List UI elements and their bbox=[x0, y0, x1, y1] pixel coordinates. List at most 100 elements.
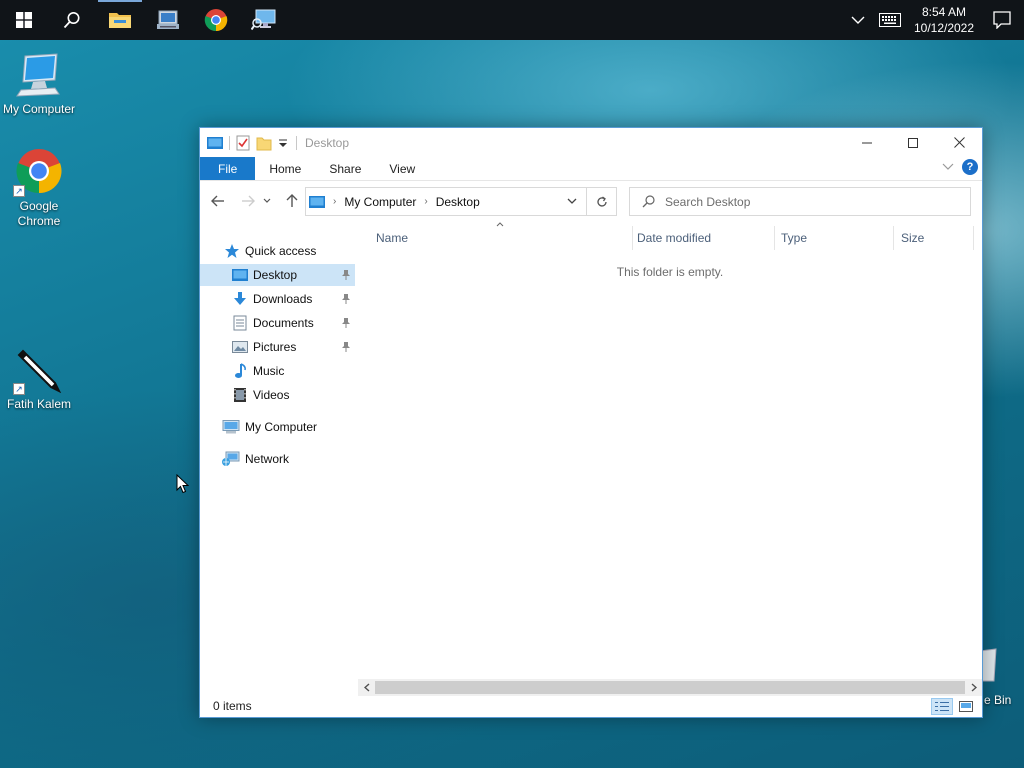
close-button[interactable] bbox=[936, 128, 982, 157]
column-divider[interactable] bbox=[893, 226, 894, 250]
forward-button[interactable] bbox=[236, 189, 260, 213]
column-header-type[interactable]: Type bbox=[781, 226, 891, 250]
pin-icon bbox=[341, 341, 351, 356]
column-divider[interactable] bbox=[632, 226, 633, 250]
nav-item-label: Pictures bbox=[253, 340, 297, 354]
taskbar-my-computer-search[interactable] bbox=[240, 0, 288, 40]
separator bbox=[229, 135, 230, 150]
maximize-button[interactable] bbox=[890, 128, 936, 157]
separator bbox=[296, 135, 297, 150]
help-icon[interactable]: ? bbox=[962, 159, 978, 175]
tab-home[interactable]: Home bbox=[255, 157, 315, 180]
properties-icon[interactable] bbox=[236, 135, 250, 151]
videos-icon bbox=[232, 387, 248, 403]
expand-ribbon-icon[interactable] bbox=[942, 163, 954, 171]
chrome-icon bbox=[204, 9, 228, 32]
shortcut-arrow-icon: ↗ bbox=[13, 383, 25, 395]
nav-item-music[interactable]: Music bbox=[200, 360, 355, 382]
new-folder-icon[interactable] bbox=[256, 135, 272, 151]
pin-icon bbox=[341, 293, 351, 308]
back-button[interactable] bbox=[206, 189, 230, 213]
maximize-icon bbox=[908, 137, 918, 148]
view-switcher bbox=[931, 698, 977, 715]
network-icon bbox=[222, 451, 240, 467]
show-hidden-icons-button[interactable] bbox=[844, 0, 872, 40]
chevron-right-icon[interactable]: › bbox=[424, 196, 427, 207]
scroll-left-button[interactable] bbox=[358, 679, 375, 696]
large-icons-view-button[interactable] bbox=[955, 698, 977, 715]
search-box[interactable] bbox=[629, 187, 971, 216]
taskbar-chrome[interactable] bbox=[192, 0, 240, 40]
column-divider[interactable] bbox=[973, 226, 974, 250]
minimize-button[interactable] bbox=[844, 128, 890, 157]
nav-item-label: Network bbox=[245, 452, 290, 466]
nav-item-pictures[interactable]: Pictures bbox=[200, 336, 355, 358]
address-history-button[interactable] bbox=[558, 188, 586, 215]
chevron-up-icon bbox=[851, 16, 865, 24]
start-button[interactable] bbox=[0, 0, 48, 40]
breadcrumb-my-computer[interactable]: My Computer bbox=[344, 195, 416, 209]
file-explorer-icon bbox=[109, 13, 131, 28]
my-computer-search-icon bbox=[251, 9, 276, 31]
shortcut-arrow-icon: ↗ bbox=[13, 185, 25, 197]
desktop-icon-google-chrome[interactable]: ↗ Google Chrome bbox=[0, 147, 78, 229]
status-bar: 0 items bbox=[200, 695, 982, 717]
horizontal-scrollbar[interactable] bbox=[358, 679, 982, 696]
column-header-name[interactable]: Name bbox=[376, 226, 630, 250]
minimize-icon bbox=[862, 142, 872, 143]
chevron-down-icon bbox=[263, 198, 271, 203]
window-app-icon[interactable] bbox=[207, 136, 223, 149]
nav-item-downloads[interactable]: Downloads bbox=[200, 288, 355, 310]
title-bar: Desktop bbox=[200, 128, 982, 157]
nav-item-documents[interactable]: Documents bbox=[200, 312, 355, 334]
quick-access-toolbar bbox=[200, 135, 288, 151]
desktop-icon-recycle-bin[interactable]: e Bin bbox=[978, 645, 1024, 715]
chevron-right-icon[interactable]: › bbox=[333, 196, 336, 207]
address-bar[interactable]: › My Computer › Desktop bbox=[305, 187, 617, 216]
customize-toolbar-icon[interactable] bbox=[278, 138, 288, 148]
column-divider[interactable] bbox=[774, 226, 775, 250]
nav-item-label: My Computer bbox=[245, 420, 318, 434]
nav-item-network[interactable]: Network bbox=[200, 448, 355, 470]
details-view-button[interactable] bbox=[931, 698, 953, 715]
taskbar-file-explorer[interactable] bbox=[96, 0, 144, 40]
desktop-icon-my-computer[interactable]: My Computer bbox=[0, 50, 78, 117]
nav-item-label: Quick access bbox=[245, 244, 317, 258]
ribbon-tabs: File Home Share View ? bbox=[200, 157, 982, 181]
nav-item-videos[interactable]: Videos bbox=[200, 384, 355, 406]
nav-item-label: Documents bbox=[253, 316, 314, 330]
chevron-left-icon bbox=[363, 683, 369, 692]
tab-share[interactable]: Share bbox=[315, 157, 375, 180]
clock-time: 8:54 AM bbox=[921, 5, 967, 19]
monitor-icon bbox=[15, 50, 63, 98]
window-controls bbox=[844, 128, 982, 157]
arrow-right-icon bbox=[242, 195, 255, 207]
action-center-button[interactable] bbox=[980, 0, 1024, 40]
recent-locations-button[interactable] bbox=[260, 189, 274, 213]
refresh-icon bbox=[596, 195, 607, 207]
system-tray: 8:54 AM 10/12/2022 bbox=[844, 0, 1024, 40]
scrollbar-thumb[interactable] bbox=[375, 681, 965, 694]
up-button[interactable] bbox=[280, 189, 304, 213]
navigation-pane: Quick access Desktop Downloads Documents… bbox=[200, 222, 357, 696]
scroll-right-button[interactable] bbox=[965, 679, 982, 696]
pin-icon bbox=[341, 317, 351, 332]
desktop-icon-label: Google Chrome bbox=[17, 199, 61, 228]
column-header-size[interactable]: Size bbox=[901, 226, 971, 250]
nav-item-desktop[interactable]: Desktop bbox=[200, 264, 355, 286]
nav-item-my-computer[interactable]: My Computer bbox=[200, 416, 355, 438]
tab-file[interactable]: File bbox=[200, 157, 256, 180]
desktop-icon-fatih-kalem[interactable]: ↗ Fatih Kalem bbox=[0, 345, 78, 412]
nav-item-quick-access[interactable]: Quick access bbox=[200, 240, 355, 262]
search-input[interactable] bbox=[665, 194, 945, 209]
clock[interactable]: 8:54 AM 10/12/2022 bbox=[908, 0, 980, 40]
search-button[interactable] bbox=[48, 0, 96, 40]
tab-view[interactable]: View bbox=[375, 157, 429, 180]
large-icons-view-icon bbox=[959, 701, 973, 712]
taskbar-server-manager[interactable] bbox=[144, 0, 192, 40]
column-header-date-modified[interactable]: Date modified bbox=[637, 226, 772, 250]
refresh-button[interactable] bbox=[586, 187, 617, 216]
keyboard-icon bbox=[879, 13, 901, 27]
breadcrumb-desktop[interactable]: Desktop bbox=[436, 195, 480, 209]
keyboard-button[interactable] bbox=[872, 0, 908, 40]
